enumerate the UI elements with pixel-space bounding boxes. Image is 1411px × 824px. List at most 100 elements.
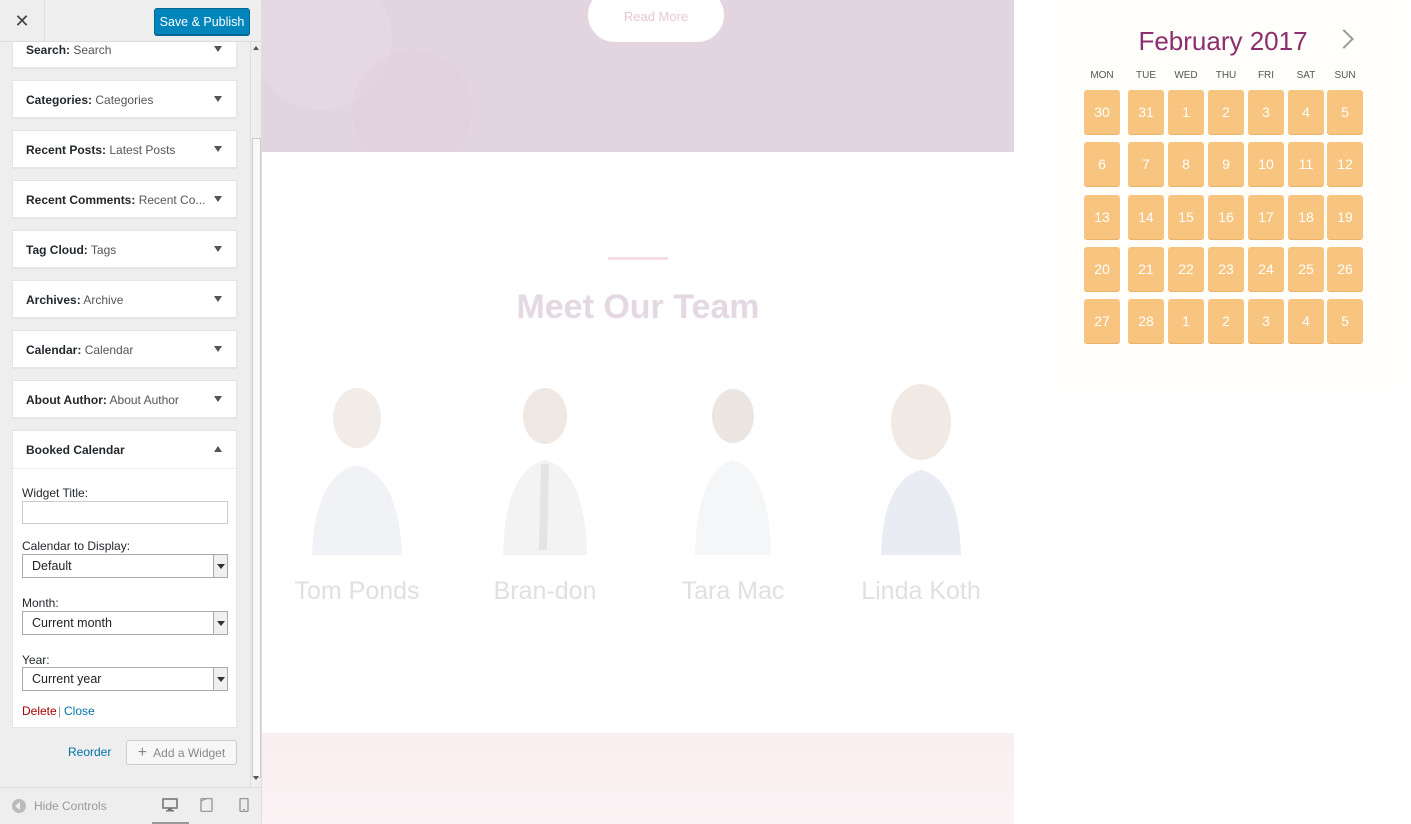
widget-title: Archive (83, 293, 124, 307)
calendar-day[interactable]: 3 (1248, 299, 1284, 343)
calendar-day[interactable]: 15 (1168, 195, 1204, 239)
calendar-day[interactable]: 25 (1288, 247, 1324, 291)
calendar-day[interactable]: 17 (1248, 195, 1284, 239)
expand-arrow-icon[interactable] (214, 196, 222, 202)
sidebar-scrollbar[interactable] (250, 42, 261, 787)
scroll-down-icon[interactable] (253, 776, 259, 780)
calendar-day[interactable]: 11 (1288, 142, 1324, 186)
team-member-card[interactable]: Tom Ponds (282, 380, 432, 620)
widget-title: Latest Posts (109, 143, 176, 157)
calendar-display-label: Calendar to Display: (22, 539, 131, 553)
calendar-day[interactable]: 24 (1248, 247, 1284, 291)
calendar-display-select[interactable]: Default (22, 554, 228, 578)
widget-calendar[interactable]: Calendar: Calendar (12, 330, 237, 368)
close-widget-link[interactable]: Close (64, 704, 95, 718)
calendar-day[interactable]: 16 (1208, 195, 1244, 239)
mobile-preview-icon[interactable] (236, 798, 252, 812)
calendar-day[interactable]: 23 (1208, 247, 1244, 291)
calendar-day[interactable]: 4 (1288, 90, 1324, 134)
calendar-day[interactable]: 3 (1248, 90, 1284, 134)
widget-archives[interactable]: Archives: Archive (12, 280, 237, 318)
weekday-label: SAT (1296, 70, 1316, 81)
widget-search[interactable]: Search: Search (12, 42, 237, 68)
widget-recent-comments[interactable]: Recent Comments: Recent Co... (12, 180, 237, 218)
dropdown-arrow-icon[interactable] (213, 668, 227, 690)
widget-title: Calendar (84, 343, 134, 357)
scrollbar-thumb[interactable] (252, 138, 261, 778)
calendar-day[interactable]: 19 (1327, 195, 1363, 239)
widget-type: Categories: (26, 93, 93, 107)
widget-tag-cloud[interactable]: Tag Cloud: Tags (12, 230, 237, 268)
customizer-header: ✕ Save & Publish (0, 0, 261, 42)
calendar-day[interactable]: 1 (1168, 299, 1204, 343)
calendar-day[interactable]: 18 (1288, 195, 1324, 239)
calendar-day[interactable]: 26 (1327, 247, 1363, 291)
calendar-day[interactable]: 8 (1168, 142, 1204, 186)
calendar-day[interactable]: 5 (1327, 299, 1363, 343)
dropdown-arrow-icon[interactable] (213, 612, 227, 634)
calendar-day[interactable]: 21 (1128, 247, 1164, 291)
scroll-up-icon[interactable] (253, 46, 259, 50)
month-select[interactable]: Current month (22, 611, 228, 635)
desktop-preview-icon[interactable] (162, 798, 178, 812)
dropdown-arrow-icon[interactable] (213, 555, 227, 577)
widget-categories[interactable]: Categories: Categories (12, 80, 237, 118)
expand-arrow-icon[interactable] (214, 396, 222, 402)
calendar-day[interactable]: 20 (1084, 247, 1120, 291)
expand-arrow-icon[interactable] (214, 96, 222, 102)
calendar-day[interactable]: 2 (1208, 90, 1244, 134)
calendar-day[interactable]: 31 (1128, 90, 1164, 134)
calendar-day[interactable]: 2 (1208, 299, 1244, 343)
team-member-card[interactable]: Linda Koth (846, 380, 996, 620)
calendar-day[interactable]: 13 (1084, 195, 1120, 239)
weekday-label: FRI (1257, 70, 1275, 81)
hide-controls-button[interactable]: Hide Controls (12, 799, 107, 813)
expand-arrow-icon[interactable] (214, 46, 222, 52)
calendar-day[interactable]: 14 (1128, 195, 1164, 239)
weekday-label: THU (1215, 70, 1237, 81)
widget-type: Archives: (26, 293, 81, 307)
calendar-day[interactable]: 28 (1128, 299, 1164, 343)
collapse-arrow-icon[interactable] (214, 446, 222, 452)
widget-recent-posts[interactable]: Recent Posts: Latest Posts (12, 130, 237, 168)
year-select[interactable]: Current year (22, 667, 228, 691)
expand-arrow-icon[interactable] (214, 346, 222, 352)
member-photo (312, 388, 402, 555)
calendar-day[interactable]: 27 (1084, 299, 1120, 343)
delete-widget-link[interactable]: Delete (22, 704, 57, 718)
calendar-day[interactable]: 10 (1248, 142, 1284, 186)
weekday-label: WED (1174, 70, 1198, 81)
team-member-card[interactable]: Tara Mac (658, 380, 808, 620)
expand-arrow-icon[interactable] (214, 296, 222, 302)
calendar-day[interactable]: 1 (1168, 90, 1204, 134)
calendar-day[interactable]: 9 (1208, 142, 1244, 186)
widget-type: About Author: (26, 393, 107, 407)
booked-calendar-heading: Booked Calendar (26, 443, 125, 457)
selected-value: Default (32, 559, 72, 573)
calendar-day[interactable]: 4 (1288, 299, 1324, 343)
calendar-day[interactable]: 5 (1327, 90, 1363, 134)
add-widget-button[interactable]: + Add a Widget (126, 740, 237, 765)
booked-calendar-header[interactable]: Booked Calendar (13, 431, 236, 469)
member-photo (881, 384, 961, 555)
expand-arrow-icon[interactable] (214, 146, 222, 152)
close-customizer-button[interactable]: ✕ (0, 0, 45, 42)
calendar-widget-area: February 2017 MON TUE WED THU FRI SAT SUN 30 31 1… (1014, 0, 1411, 824)
widget-title-input[interactable] (22, 501, 228, 524)
calendar-day[interactable]: 12 (1327, 142, 1363, 186)
reorder-link[interactable]: Reorder (68, 745, 111, 759)
tablet-preview-icon[interactable] (199, 798, 215, 812)
calendar-day[interactable]: 6 (1084, 142, 1120, 186)
widget-type: Recent Posts: (26, 143, 107, 157)
save-publish-button[interactable]: Save & Publish (154, 8, 250, 35)
calendar-day[interactable]: 30 (1084, 90, 1120, 134)
widget-about-author[interactable]: About Author: About Author (12, 380, 237, 418)
member-photo (503, 388, 587, 555)
member-name: Tom Ponds (294, 577, 420, 605)
expand-arrow-icon[interactable] (214, 246, 222, 252)
calendar-day[interactable]: 22 (1168, 247, 1204, 291)
read-more-button[interactable]: Read More (588, 0, 724, 42)
customizer-footer: Hide Controls (0, 787, 261, 824)
calendar-day[interactable]: 7 (1128, 142, 1164, 186)
team-member-card[interactable]: Bran-don (470, 380, 620, 620)
